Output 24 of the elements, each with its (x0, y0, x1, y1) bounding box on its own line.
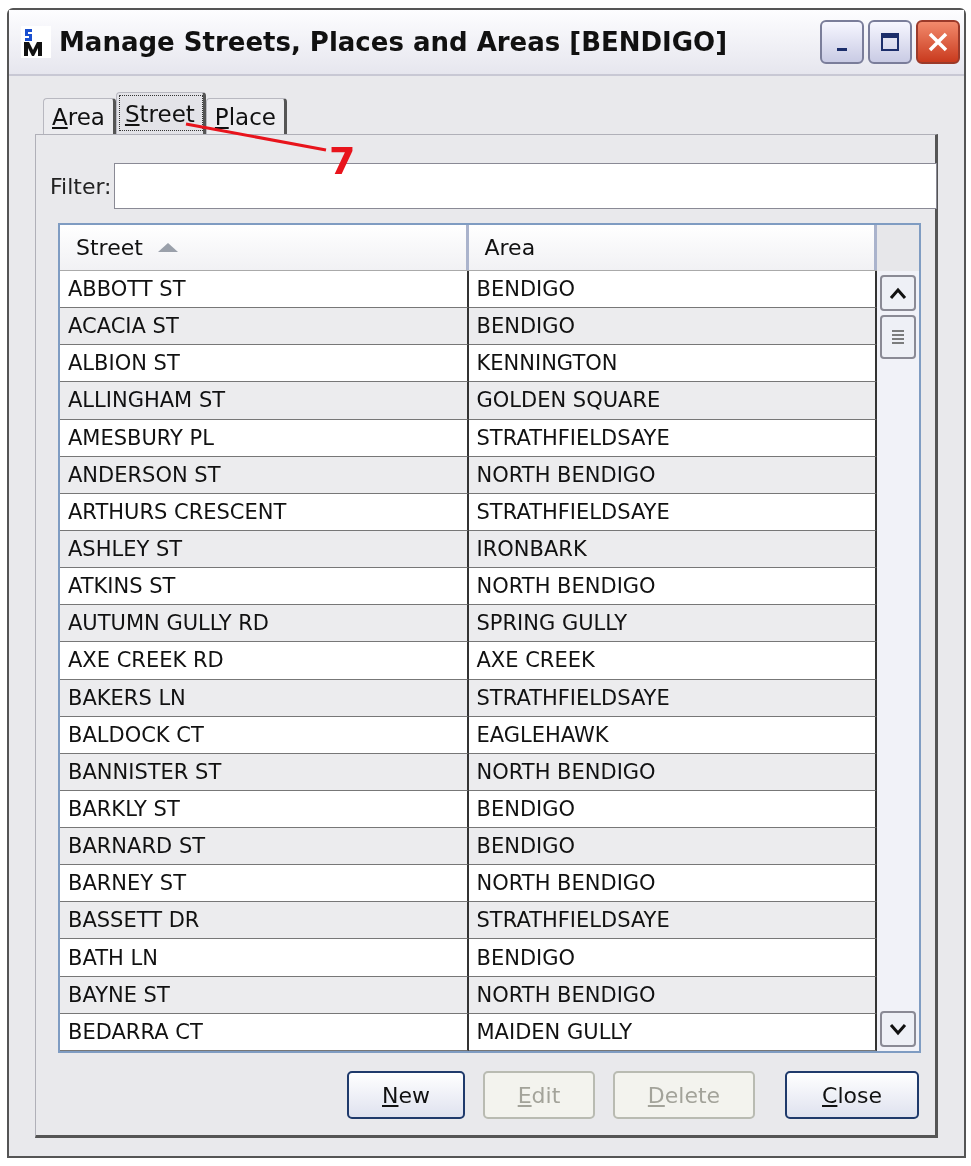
minimize-button[interactable] (820, 20, 864, 64)
scrollbar[interactable] (877, 225, 919, 1051)
minimize-icon (837, 47, 847, 51)
dialog-button[interactable]: New (347, 1071, 465, 1119)
tab[interactable]: Area (43, 98, 116, 134)
scroll-up-button[interactable] (880, 275, 916, 311)
grip-icon (891, 329, 905, 345)
table-cell: BEDARRA CT (60, 1013, 469, 1051)
scroll-down-button[interactable] (880, 1011, 916, 1047)
chevron-down-icon (888, 1022, 908, 1036)
header-corner (877, 225, 919, 271)
close-button[interactable] (916, 20, 960, 64)
maximize-button[interactable] (868, 20, 912, 64)
close-icon (927, 31, 949, 53)
chevron-up-icon (888, 286, 908, 300)
tab[interactable]: Street (115, 92, 206, 134)
window-title: Manage Streets, Places and Areas [BENDIGO] (59, 27, 729, 57)
tab[interactable]: Place (205, 98, 287, 134)
annotation-number: 7 (329, 142, 356, 180)
maximize-icon (880, 32, 900, 52)
dialog-button[interactable]: Close (785, 1071, 919, 1119)
filter-label: Filter: (50, 173, 112, 199)
scroll-thumb[interactable] (880, 315, 916, 359)
app-logo-icon (21, 26, 51, 58)
